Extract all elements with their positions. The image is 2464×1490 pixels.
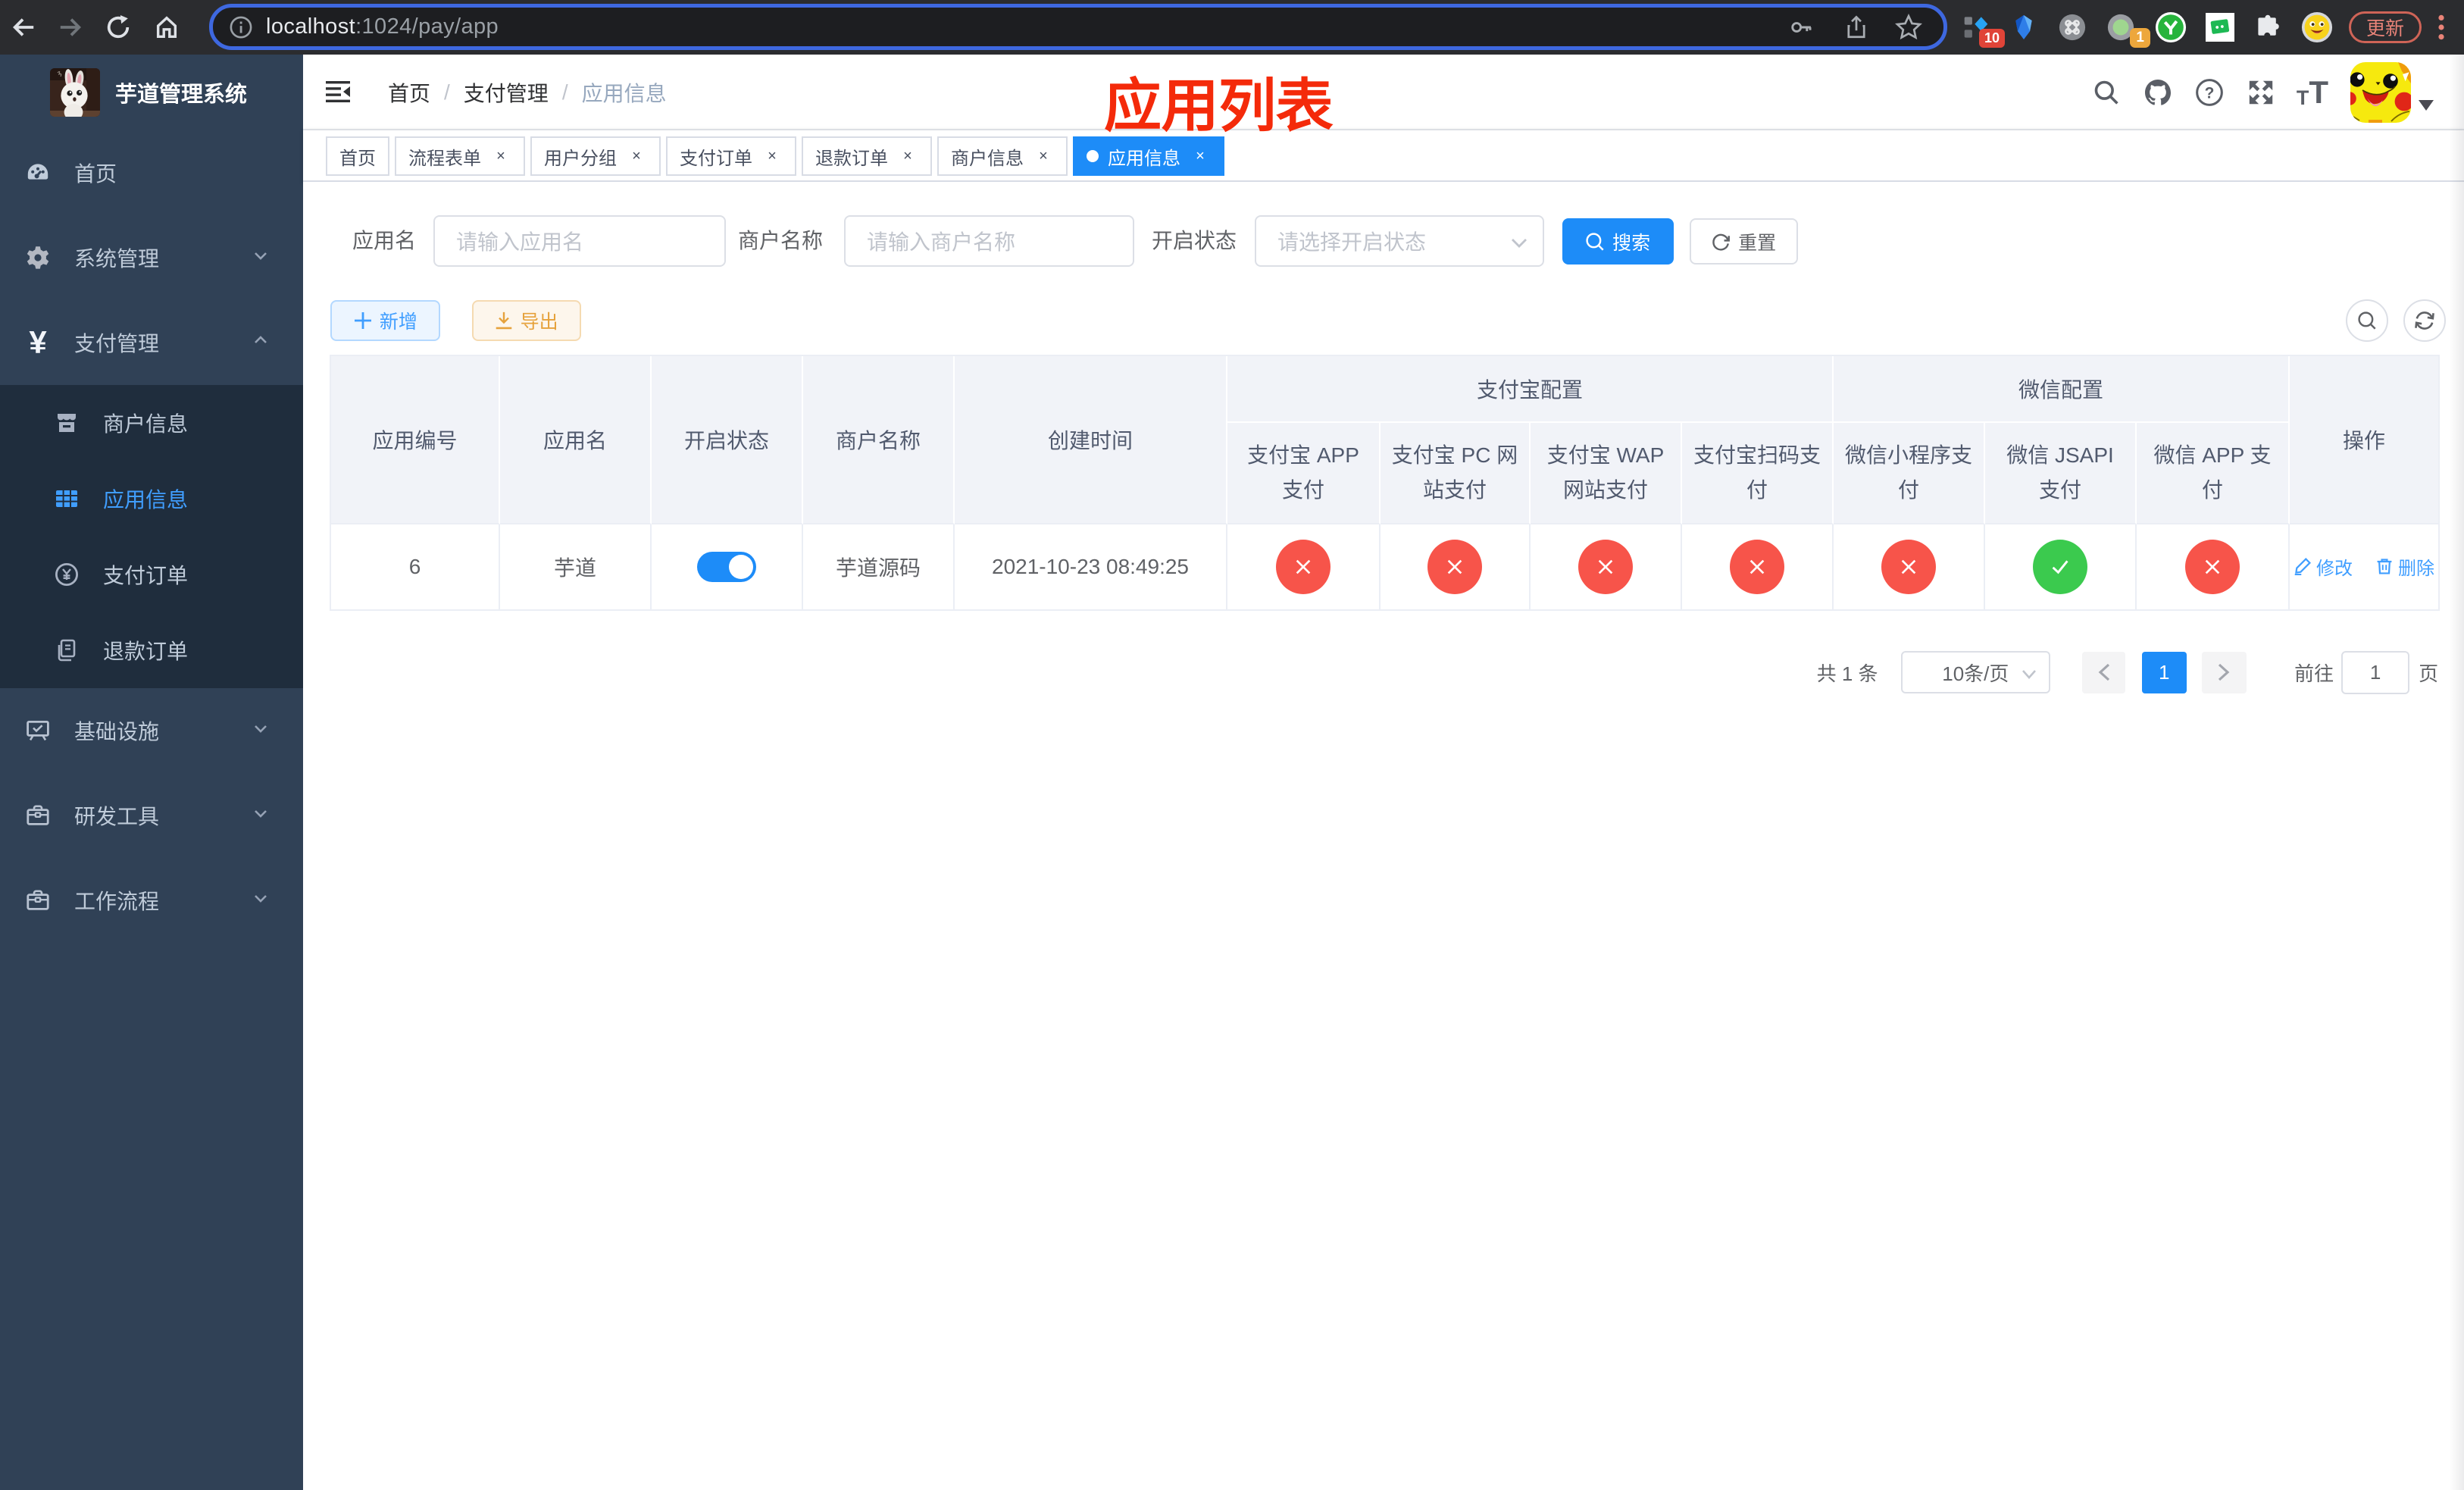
svg-text:?: ?	[2205, 85, 2215, 102]
